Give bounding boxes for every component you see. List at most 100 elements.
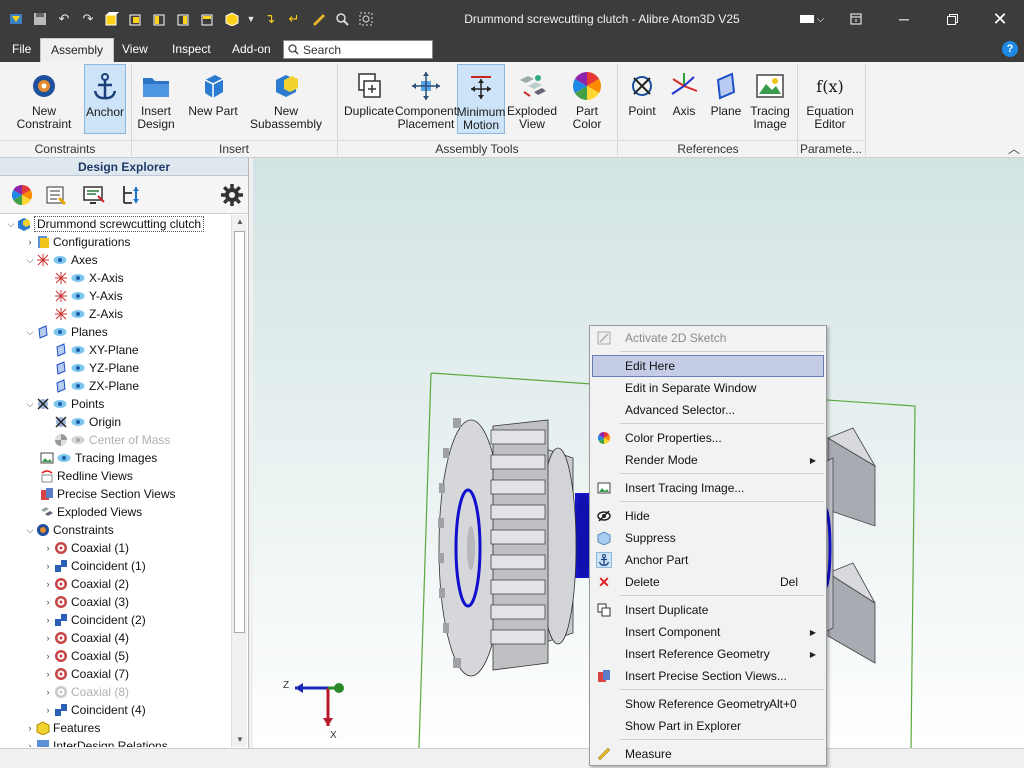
new-constraint-button[interactable]: New Constraint: [4, 64, 84, 134]
tree-item-coaxial-7[interactable]: › Coaxial (7): [42, 665, 130, 683]
menu-file[interactable]: File: [2, 38, 41, 62]
menu-item-insert-duplicate[interactable]: Insert Duplicate: [592, 599, 824, 621]
view-cube-front-icon[interactable]: [102, 9, 122, 29]
menu-item-show-reference-geometry[interactable]: Show Reference Geometry Alt+0: [592, 693, 824, 715]
tree-item-exploded-views[interactable]: Exploded Views: [40, 503, 142, 521]
zoom-icon[interactable]: [332, 9, 352, 29]
visibility-eye-icon[interactable]: [71, 363, 85, 373]
tree-item-points[interactable]: ⌵ Points: [24, 395, 105, 413]
undo-icon[interactable]: ↶: [54, 9, 74, 29]
tree-item-precise-section-views[interactable]: Precise Section Views: [40, 485, 176, 503]
tree-item-origin[interactable]: Origin: [54, 413, 121, 431]
menu-item-advanced-selector[interactable]: Advanced Selector...: [592, 399, 824, 421]
tab-add-on[interactable]: Add-on: [222, 38, 281, 62]
help-icon[interactable]: ?: [1002, 41, 1018, 57]
menu-item-insert-tracing-image[interactable]: Insert Tracing Image...: [592, 477, 824, 499]
account-dropdown[interactable]: ⌵: [792, 0, 832, 38]
visibility-eye-icon[interactable]: [71, 291, 85, 301]
menu-item-edit-in-separate-window[interactable]: Edit in Separate Window: [592, 377, 824, 399]
visibility-eye-icon[interactable]: [53, 399, 67, 409]
menu-item-insert-reference-geometry[interactable]: Insert Reference Geometry ▶: [592, 643, 824, 665]
visibility-eye-icon[interactable]: [57, 453, 71, 463]
new-part-button[interactable]: New Part: [186, 64, 240, 134]
tree-item-center-of-mass[interactable]: Center of Mass: [54, 431, 170, 449]
tree-item-coaxial-8[interactable]: › Coaxial (8): [42, 683, 130, 701]
tab-assembly[interactable]: Assembly: [40, 38, 115, 62]
menu-item-suppress[interactable]: Suppress: [592, 527, 824, 549]
ribbon-display-icon[interactable]: [832, 0, 880, 38]
expander-icon[interactable]: ›: [42, 705, 54, 715]
close-icon[interactable]: ✕: [976, 0, 1024, 38]
tree-item-axes[interactable]: ⌵ Axes: [24, 251, 98, 269]
tree-item-root[interactable]: ⌵ Drummond screwcutting clutch: [5, 215, 205, 233]
visibility-eye-icon[interactable]: [53, 255, 67, 265]
settings-gear-icon[interactable]: [218, 181, 246, 209]
scrollbar-thumb[interactable]: [234, 231, 245, 633]
tree-item-coincident-4[interactable]: › Coincident (4): [42, 701, 146, 719]
scroll-up-icon[interactable]: ▲: [232, 215, 248, 229]
menu-item-activate-2d-sketch[interactable]: Activate 2D Sketch: [592, 327, 824, 349]
tree-item-coaxial-2[interactable]: › Coaxial (2): [42, 575, 130, 593]
properties-list-icon[interactable]: [42, 181, 70, 209]
app-icon[interactable]: [6, 9, 26, 29]
tree-item-x-axis[interactable]: X-Axis: [54, 269, 124, 287]
tree-item-tracing-images[interactable]: Tracing Images: [40, 449, 157, 467]
view-cube-right-icon[interactable]: [174, 9, 194, 29]
expander-icon[interactable]: ›: [42, 615, 54, 625]
tree-item-coaxial-1[interactable]: › Coaxial (1): [42, 539, 130, 557]
visibility-eye-icon[interactable]: [71, 381, 85, 391]
point-button[interactable]: Point: [622, 64, 662, 134]
menu-item-delete[interactable]: ✕ Delete Del: [592, 571, 824, 593]
menu-item-edit-here[interactable]: Edit Here: [592, 355, 824, 377]
tree-item-features[interactable]: › Features: [24, 719, 100, 737]
tree-item-constraints[interactable]: ⌵ Constraints: [24, 521, 114, 539]
tree-item-configurations[interactable]: › Configurations: [24, 233, 131, 251]
exploded-view-button[interactable]: Exploded View: [507, 64, 557, 134]
insert-design-button[interactable]: Insert Design: [134, 64, 178, 134]
restore-icon[interactable]: [928, 0, 976, 38]
menu-item-hide[interactable]: Hide: [592, 505, 824, 527]
tree-item-z-axis[interactable]: Z-Axis: [54, 305, 123, 323]
tree-item-coaxial-3[interactable]: › Coaxial (3): [42, 593, 130, 611]
anchor-button[interactable]: Anchor: [84, 64, 126, 134]
expander-icon[interactable]: ›: [24, 237, 36, 247]
tree-item-coincident-2[interactable]: › Coincident (2): [42, 611, 146, 629]
redo-icon[interactable]: ↷: [78, 9, 98, 29]
visibility-eye-icon[interactable]: [53, 327, 67, 337]
visibility-eye-icon[interactable]: [71, 435, 85, 445]
expander-icon[interactable]: ⌵: [24, 255, 36, 266]
menu-item-insert-component[interactable]: Insert Component ▶: [592, 621, 824, 643]
arrow-down-left-icon[interactable]: ↵: [284, 9, 304, 29]
color-wheel-icon[interactable]: [8, 181, 36, 209]
component-placement-button[interactable]: Component Placement: [395, 64, 457, 134]
expander-icon[interactable]: ›: [42, 633, 54, 643]
search-input[interactable]: Search: [283, 40, 433, 59]
tree-item-yz-plane[interactable]: YZ-Plane: [54, 359, 139, 377]
view-cube-iso-icon[interactable]: [222, 9, 242, 29]
expander-icon[interactable]: ›: [42, 561, 54, 571]
part-color-button[interactable]: Part Color: [560, 64, 614, 134]
tree-item-y-axis[interactable]: Y-Axis: [54, 287, 123, 305]
expander-icon[interactable]: ›: [42, 651, 54, 661]
tree-item-coaxial-4[interactable]: › Coaxial (4): [42, 629, 130, 647]
minimum-motion-button[interactable]: Minimum Motion: [457, 64, 505, 134]
expander-icon[interactable]: ›: [42, 669, 54, 679]
arrow-down-right-icon[interactable]: ↴: [260, 9, 280, 29]
minimize-icon[interactable]: ─: [880, 0, 928, 38]
menu-item-insert-precise-section-views[interactable]: Insert Precise Section Views...: [592, 665, 824, 687]
expander-icon[interactable]: ›: [42, 543, 54, 553]
zoom-window-icon[interactable]: [356, 9, 376, 29]
ruler-icon[interactable]: [308, 9, 328, 29]
tree-item-redline-views[interactable]: Redline Views: [40, 467, 133, 485]
visibility-eye-icon[interactable]: [71, 417, 85, 427]
view-cube-top-icon[interactable]: [198, 9, 218, 29]
view-cube-left-icon[interactable]: [150, 9, 170, 29]
expander-icon[interactable]: ›: [24, 741, 36, 747]
tree-item-xy-plane[interactable]: XY-Plane: [54, 341, 139, 359]
tree-item-coincident-1[interactable]: › Coincident (1): [42, 557, 146, 575]
collapse-ribbon-icon[interactable]: ︿: [1008, 140, 1020, 157]
tab-view[interactable]: View: [112, 38, 158, 62]
visibility-eye-icon[interactable]: [71, 273, 85, 283]
menu-item-color-properties[interactable]: Color Properties...: [592, 427, 824, 449]
tree-item-zx-plane[interactable]: ZX-Plane: [54, 377, 139, 395]
